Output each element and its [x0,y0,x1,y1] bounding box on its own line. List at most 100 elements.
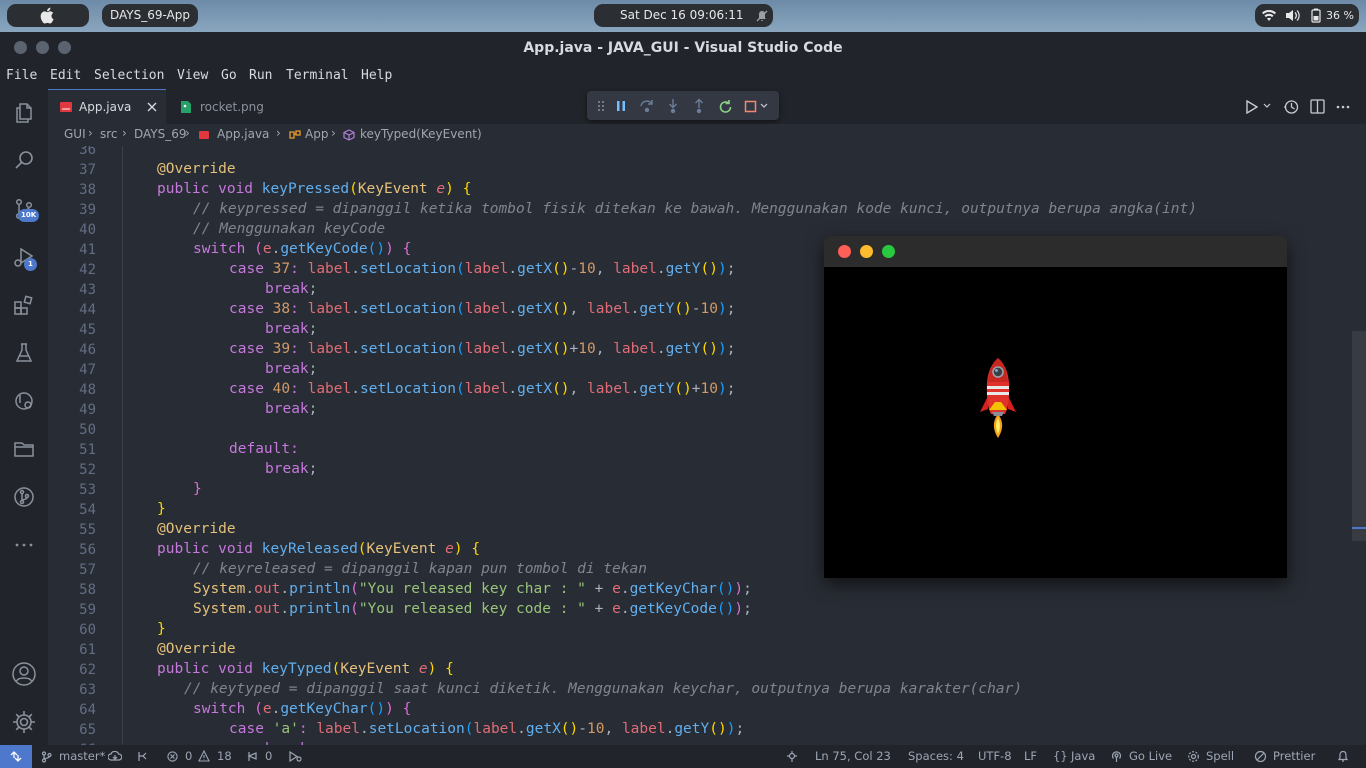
explorer-button[interactable] [8,97,40,129]
live-share-icon[interactable] [136,750,149,763]
rocket-icon [980,358,1016,438]
go-live-button[interactable]: Go Live [1129,745,1172,768]
tab-app-java[interactable]: App.java [48,89,166,124]
java-file-icon [199,131,209,139]
breadcrumb-app-java[interactable]: App.java [217,127,269,141]
more-views-button[interactable] [8,529,40,561]
java-minimize-button[interactable] [860,245,873,258]
notifications-icon[interactable] [1337,750,1349,763]
system-tray[interactable]: 36 % [1255,4,1359,27]
menu-view[interactable]: View [177,68,208,83]
file-encoding[interactable]: UTF-8 [978,745,1012,768]
breadcrumb-gui[interactable]: GUI [64,127,86,141]
indentation[interactable]: Spaces: 4 [908,745,964,768]
error-count[interactable]: 0 [185,745,192,768]
extensions-button[interactable] [8,289,40,321]
language-mode[interactable]: Java [1071,745,1095,768]
braces-icon: {} [1053,749,1068,763]
folders-button[interactable] [8,433,40,465]
ellipsis-icon [15,543,33,547]
breadcrumb-class-app[interactable]: App [305,127,328,141]
line-number: 58 [79,582,96,598]
java-window-titlebar[interactable] [824,236,1287,267]
tab-label: App.java [79,100,132,114]
stop-icon [744,100,757,112]
sync-icon[interactable] [108,751,122,762]
menu-run[interactable]: Run [249,68,272,83]
debug-pause-button[interactable] [611,96,631,116]
menu-terminal[interactable]: Terminal [286,68,349,83]
restart-icon [719,99,731,113]
debug-step-over-button[interactable] [637,96,657,116]
line-number: 47 [79,362,96,378]
testing-button[interactable] [8,337,40,369]
java-app-window[interactable] [824,236,1287,578]
menu-edit[interactable]: Edit [50,68,81,83]
location-pin-icon[interactable] [786,750,798,763]
spell-gear-icon [1188,751,1199,762]
menu-help[interactable]: Help [361,68,392,83]
pause-icon [617,101,625,111]
line-number: 55 [79,522,96,538]
line-number: 65 [79,722,96,738]
breadcrumb-days69[interactable]: DAYS_69 [134,127,187,141]
app-indicator[interactable]: DAYS_69-App [102,4,198,27]
debug-target-icon[interactable] [288,751,302,762]
system-top-bar: DAYS_69-App Sat Dec 16 09:06:11 36 % [0,0,1366,32]
tab-rocket-png[interactable]: rocket.png [166,89,276,124]
method-icon [343,129,355,141]
menu-file[interactable]: File [6,68,37,83]
git-graph-button[interactable] [8,481,40,513]
status-bar: master* 0 18 0 Ln 75, Col 23 Spaces: 4 U… [0,745,1366,768]
chevron-right-icon: › [185,126,190,140]
debug-restart-button[interactable] [715,96,735,116]
line-number: 45 [79,322,96,338]
spell-checker[interactable]: Spell [1206,745,1234,768]
remote-icon [10,751,22,762]
search-button[interactable] [8,144,40,176]
debug-stop-button[interactable] [741,96,771,116]
folder-icon [14,442,34,457]
timeline-icon[interactable] [1283,99,1299,115]
warning-count[interactable]: 18 [217,745,232,768]
more-actions-icon[interactable] [1336,105,1350,109]
java-maximize-button[interactable] [882,245,895,258]
line-number: 60 [79,622,96,638]
debug-step-out-button[interactable] [689,96,709,116]
editor-scrollbar-thumb[interactable] [1352,331,1366,541]
manage-button[interactable] [8,706,40,738]
flask-icon [15,343,33,362]
battery-icon [1311,8,1321,23]
end-of-line[interactable]: LF [1024,745,1037,768]
remote-indicator[interactable] [0,745,32,768]
ports-count[interactable]: 0 [265,745,272,768]
breadcrumb-method[interactable]: keyTyped(KeyEvent) [360,127,482,141]
menu-go[interactable]: Go [221,68,237,83]
git-branch[interactable]: master* [59,745,105,768]
step-out-icon [695,98,703,114]
apple-menu-button[interactable] [7,4,89,27]
debug-drag-handle[interactable] [591,96,611,116]
remote-explorer-button[interactable] [8,385,40,417]
prettier-status[interactable]: Prettier [1273,745,1315,768]
clock-pill[interactable]: Sat Dec 16 09:06:11 [594,4,773,27]
menu-selection[interactable]: Selection [94,68,164,83]
breadcrumb-src[interactable]: src [100,127,118,141]
cursor-position[interactable]: Ln 75, Col 23 [815,745,891,768]
chevron-down-icon[interactable] [1263,103,1271,109]
split-editor-icon[interactable] [1310,99,1325,114]
accounts-button[interactable] [8,658,40,690]
close-icon[interactable] [147,102,157,112]
code-line-41: switch (e.getKeyCode()) { [193,241,412,257]
window-title-bar: App.java - JAVA_GUI - Visual Studio Code [0,32,1366,66]
run-icon[interactable] [1245,100,1258,114]
line-number: 59 [79,602,96,618]
debug-step-into-button[interactable] [663,96,683,116]
git-graph-icon [14,487,34,507]
java-file-icon [60,102,72,112]
java-frame-content[interactable] [824,267,1287,578]
line-number: 64 [79,702,96,718]
line-number: 41 [79,242,96,258]
chevron-down-icon [760,103,768,108]
java-close-button[interactable] [838,245,851,258]
